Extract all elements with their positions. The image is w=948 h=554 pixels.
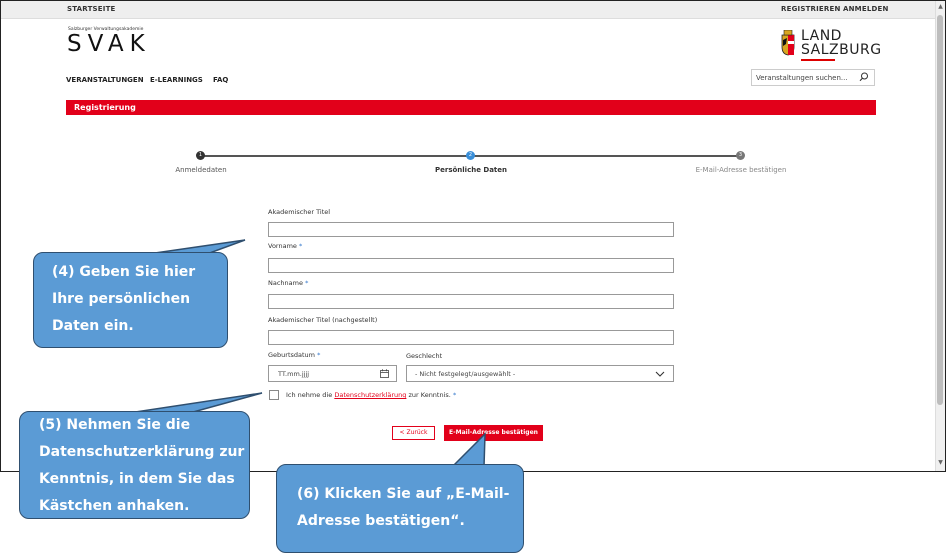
confirm-email-button[interactable]: E-Mail-Adresse bestätigen (444, 425, 543, 441)
chevron-down-icon[interactable] (655, 369, 665, 379)
step-1-label: Anmeldedaten (175, 166, 227, 174)
nav-item-e-learnings[interactable]: E-LEARNINGS (150, 76, 203, 84)
logo-red-line (801, 59, 835, 61)
crest-icon (781, 30, 795, 56)
search-input[interactable] (756, 72, 856, 83)
land-salzburg-logo[interactable]: LAND SALZBURG (780, 28, 882, 64)
register-link[interactable]: REGISTRIEREN (781, 5, 841, 13)
step-3-label: E-Mail-Adresse bestätigen (695, 166, 787, 174)
gender-label: Geschlecht (406, 352, 443, 360)
vertical-scrollbar[interactable]: ▲ ▼ (935, 1, 945, 471)
last-name-label: Nachname * (268, 279, 309, 287)
nav-item-faq[interactable]: FAQ (213, 76, 228, 84)
scroll-down-icon[interactable]: ▼ (937, 459, 944, 467)
logo-text-salzburg: SALZBURG (801, 42, 882, 58)
step-2-label: Persönliche Daten (434, 166, 508, 174)
step-2-dot: 2 (466, 151, 475, 160)
callout-4: (4) Geben Sie hier Ihre persönlichen Dat… (33, 252, 228, 348)
scroll-up-icon[interactable]: ▲ (937, 3, 944, 11)
step-3-dot: 3 (736, 151, 745, 160)
privacy-checkbox[interactable] (269, 390, 279, 400)
privacy-policy-link[interactable]: Datenschutzerklärung (334, 391, 406, 399)
academic-title-post-label: Akademischer Titel (nachgestellt) (268, 316, 378, 324)
gender-selected-value: - Nicht festgelegt/ausgewählt - (415, 370, 516, 378)
step-1-dot: 1 (196, 151, 205, 160)
privacy-consent-text: Ich nehme die Datenschutzerklärung zur K… (286, 391, 457, 399)
back-button[interactable]: < Zurück (392, 426, 435, 440)
callout-6: (6) Klicken Sie auf „E-Mail- Adresse bes… (276, 464, 524, 553)
gender-select[interactable]: - Nicht festgelegt/ausgewählt - (406, 365, 674, 382)
page-title: Registrierung (74, 103, 136, 112)
top-bar: STARTSEITE REGISTRIEREN ANMELDEN (1, 1, 937, 19)
academic-title-input[interactable] (268, 222, 674, 237)
callout-5: (5) Nehmen Sie die Datenschutzerklärung … (19, 411, 250, 519)
first-name-input[interactable] (268, 258, 674, 273)
scrollbar-thumb[interactable] (937, 15, 943, 405)
birthdate-field[interactable] (268, 365, 397, 382)
birthdate-input[interactable] (278, 369, 373, 379)
nav-item-veranstaltungen[interactable]: VERANSTALTUNGEN (66, 76, 144, 84)
search-box[interactable] (751, 69, 875, 86)
login-link[interactable]: ANMELDEN (843, 5, 889, 13)
home-link[interactable]: STARTSEITE (67, 5, 116, 13)
svak-logo[interactable]: SVAK (67, 31, 151, 57)
academic-title-label: Akademischer Titel (268, 208, 331, 216)
first-name-label: Vorname * (268, 242, 303, 250)
page-title-bar: Registrierung (66, 100, 876, 115)
last-name-input[interactable] (268, 294, 674, 309)
birthdate-label: Geburtsdatum * (268, 351, 321, 359)
browser-window: STARTSEITE REGISTRIEREN ANMELDEN ▲ ▼ Sal… (0, 0, 946, 472)
calendar-icon[interactable] (380, 369, 389, 378)
search-icon[interactable] (858, 71, 870, 83)
academic-title-post-input[interactable] (268, 330, 674, 345)
